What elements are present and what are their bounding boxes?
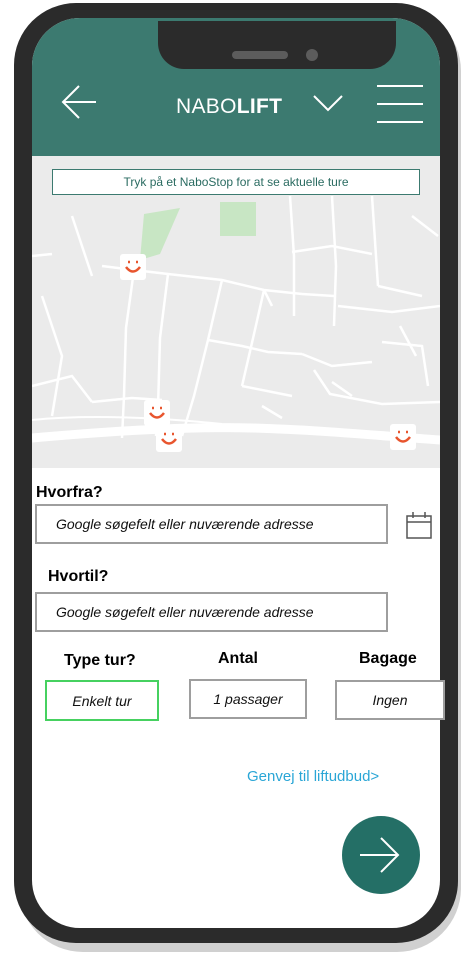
nabostop-pin[interactable] xyxy=(390,424,416,450)
calendar-button[interactable] xyxy=(404,510,434,540)
app-brand: NABOLIFT xyxy=(176,93,282,121)
phone-screen xyxy=(32,18,440,928)
nabostop-pin-icon xyxy=(161,432,177,445)
from-input[interactable]: Google søgefelt eller nuværende adresse xyxy=(35,504,388,544)
brand-bold: LIFT xyxy=(236,95,283,118)
map-streets xyxy=(32,195,440,445)
hamburger-menu-icon xyxy=(377,85,423,123)
next-button[interactable] xyxy=(342,816,420,894)
map-view[interactable] xyxy=(32,156,440,468)
luggage-select[interactable]: Ingen xyxy=(335,680,445,720)
speaker-grill xyxy=(232,51,288,59)
nabostop-pin-icon xyxy=(395,430,411,443)
chevron-down-icon xyxy=(313,95,343,112)
map-info-banner[interactable]: Tryk på et NaboStop for at se aktuelle t… xyxy=(52,169,420,195)
back-button[interactable] xyxy=(60,82,98,122)
nabostop-pin[interactable] xyxy=(144,400,170,426)
passenger-count-select[interactable]: 1 passager xyxy=(189,679,307,719)
from-label: Hvorfra? xyxy=(36,484,103,501)
phone-notch xyxy=(158,21,396,69)
to-label: Hvortil? xyxy=(48,568,109,585)
nabostop-pin-icon xyxy=(125,260,141,273)
nabostop-pin[interactable] xyxy=(156,426,182,452)
trip-type-label: Type tur? xyxy=(64,652,136,669)
front-camera xyxy=(306,49,318,61)
menu-button[interactable] xyxy=(377,84,423,124)
trip-type-select[interactable]: Enkelt tur xyxy=(45,680,159,721)
nabostop-pin-icon xyxy=(149,406,165,419)
to-input[interactable]: Google søgefelt eller nuværende adresse xyxy=(35,592,388,632)
calendar-icon xyxy=(406,512,432,539)
luggage-label: Bagage xyxy=(359,650,417,667)
nabostop-pin[interactable] xyxy=(120,254,146,280)
count-label: Antal xyxy=(218,650,258,667)
dropdown-button[interactable] xyxy=(312,92,344,114)
brand-regular: NABO xyxy=(176,95,237,118)
arrow-right-icon xyxy=(360,837,400,873)
ride-offer-shortcut-link[interactable]: Genvej til liftudbud> xyxy=(247,768,379,785)
arrow-left-icon xyxy=(61,85,96,119)
